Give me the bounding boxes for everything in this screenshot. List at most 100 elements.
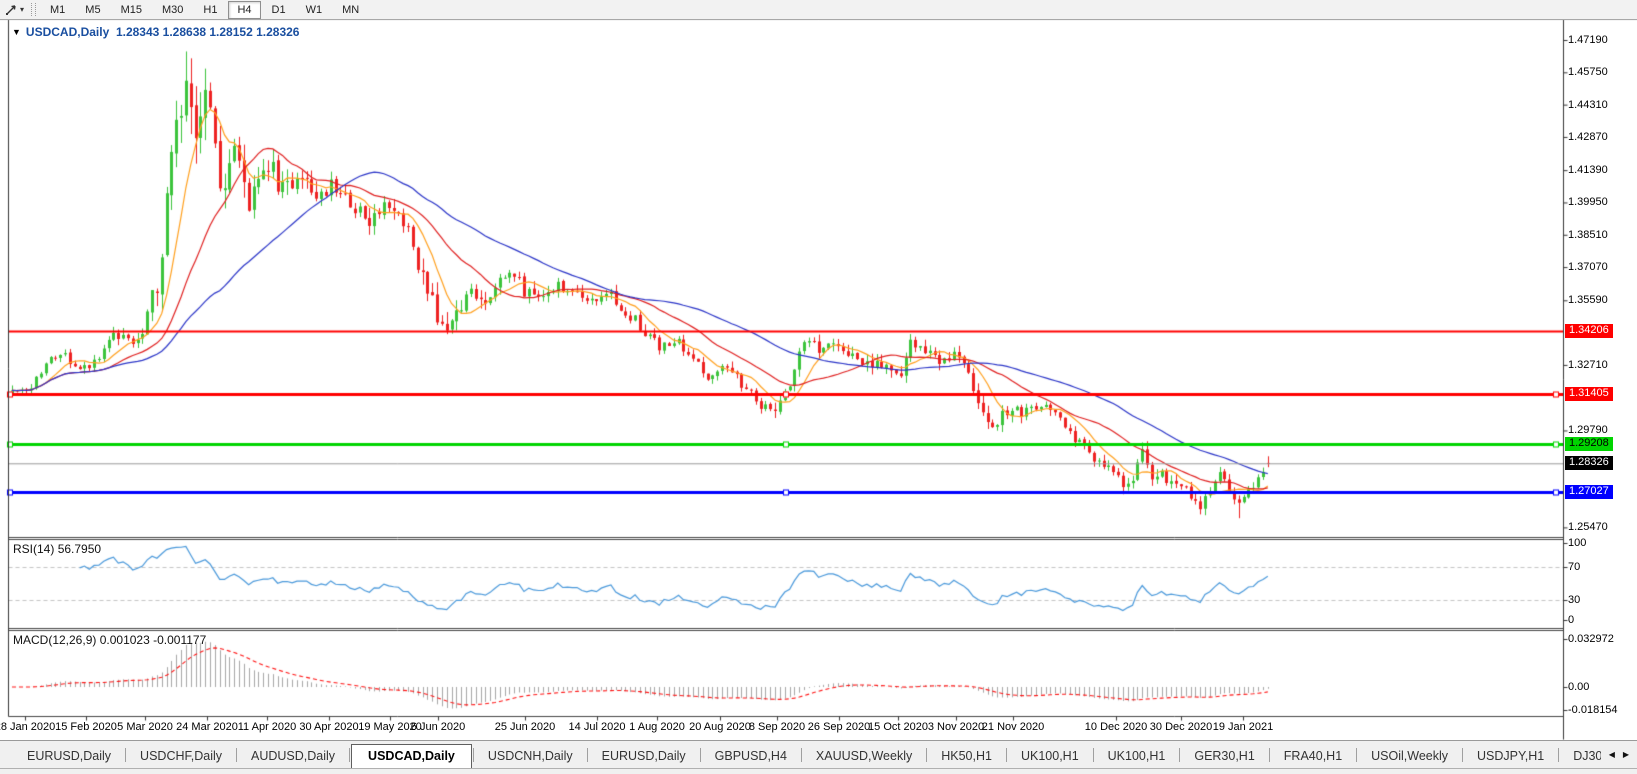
- price-axis-tick: 1.45750: [1568, 66, 1608, 79]
- tab-gbpusd-h4[interactable]: GBPUSD,H4: [702, 745, 800, 768]
- chart-canvas[interactable]: [0, 0, 1637, 774]
- price-axis-tick: 1.39950: [1568, 196, 1608, 209]
- tab-scroll-arrows: ◀ ▶: [1600, 741, 1637, 768]
- price-axis-tick: 1.32710: [1568, 358, 1608, 371]
- macd-axis-tick: -0.018154: [1568, 704, 1618, 716]
- hline-price-badge: 1.34206: [1565, 324, 1613, 339]
- date-axis-label: 1 Aug 2020: [629, 721, 685, 733]
- date-axis-label: 21 Nov 2020: [981, 721, 1045, 733]
- hline-price-badge: 1.31405: [1565, 387, 1613, 402]
- rsi-label: RSI(14) 56.7950: [13, 542, 102, 556]
- date-axis-label: 19 Jan 2021: [1212, 721, 1274, 733]
- hline-price-badge: 1.27027: [1565, 485, 1613, 500]
- date-axis-label: 15 Oct 2020: [868, 721, 928, 733]
- tab-divider: [699, 748, 701, 762]
- tab-divider: [1005, 748, 1007, 762]
- date-axis-label: 24 Mar 2020: [176, 721, 238, 733]
- tab-divider: [800, 748, 802, 762]
- timeframe-button-d1[interactable]: D1: [263, 1, 295, 19]
- chart-ohlc-values: 1.28343 1.28638 1.28152 1.28326: [115, 25, 300, 39]
- tab-usdjpy-h1[interactable]: USDJPY,H1: [1464, 745, 1557, 768]
- price-axis-tick: 1.47190: [1568, 34, 1608, 46]
- date-axis-label: 15 Feb 2020: [55, 721, 117, 733]
- timeframe-button-mn[interactable]: MN: [333, 1, 368, 19]
- macd-signal-value: -0.001177: [153, 633, 207, 647]
- chart-menu-arrow-icon: ▼: [12, 27, 21, 37]
- date-axis-label: 25 Jun 2020: [494, 721, 556, 733]
- date-axis-label: 20 Aug 2020: [689, 721, 751, 733]
- tab-divider: [1179, 748, 1181, 762]
- tab-audusd-daily[interactable]: AUDUSD,Daily: [238, 745, 348, 768]
- toolbar: ▾ M1 M5 M15 M30 H1 H4 D1 W1 MN: [0, 0, 1637, 20]
- tab-divider: [472, 748, 474, 762]
- hline-price-badge: 1.29208: [1565, 436, 1613, 451]
- tab-divider: [926, 748, 928, 762]
- chevron-down-icon: ▾: [20, 5, 25, 14]
- rsi-axis-tick: 30: [1568, 594, 1581, 606]
- tab-eurusd-daily[interactable]: EURUSD,Daily: [589, 745, 699, 768]
- tab-usoil-weekly[interactable]: USOil,Weekly: [1358, 745, 1461, 768]
- macd-axis-tick: 0.032972: [1568, 633, 1614, 645]
- tab-eurusd-daily[interactable]: EURUSD,Daily: [14, 745, 124, 768]
- price-axis-tick: 1.41390: [1568, 164, 1608, 177]
- price-axis-tick: 1.44310: [1568, 98, 1608, 111]
- date-axis-label: 30 Apr 2020: [299, 721, 359, 733]
- tab-divider: [236, 748, 237, 762]
- tab-hk50-h1[interactable]: HK50,H1: [928, 745, 1005, 768]
- price-axis-tick: 1.29790: [1568, 424, 1608, 437]
- tab-divider: [1092, 748, 1094, 762]
- cursor-tool-button[interactable]: ▾: [2, 1, 27, 18]
- tab-uk100-h1[interactable]: UK100,H1: [1008, 745, 1092, 768]
- date-axis-label: 14 Jul 2020: [568, 721, 626, 733]
- cursor-icon: [6, 5, 16, 15]
- date-axis-label: 30 Dec 2020: [1149, 721, 1213, 733]
- date-axis-label: 28 Jan 2020: [0, 721, 56, 733]
- tab-divider: [349, 748, 351, 762]
- tab-ger30-h1[interactable]: GER30,H1: [1181, 745, 1267, 768]
- timeframe-button-group: M1 M5 M15 M30 H1 H4 D1 W1 MN: [40, 0, 369, 19]
- tab-divider: [1462, 748, 1464, 762]
- date-axis-label: 26 Sep 2020: [807, 721, 871, 733]
- chart-title: ▼ USDCAD,Daily 1.28343 1.28638 1.28152 1.…: [12, 25, 299, 39]
- timeframe-button-h1[interactable]: H1: [194, 1, 226, 19]
- tab-divider: [1356, 748, 1358, 762]
- timeframe-button-m5[interactable]: M5: [76, 1, 109, 19]
- current-price-badge: 1.28326: [1565, 456, 1613, 471]
- tab-divider: [125, 748, 127, 762]
- price-axis-tick: 1.42870: [1568, 130, 1608, 143]
- tab-xauusd-weekly[interactable]: XAUUSD,Weekly: [803, 745, 925, 768]
- chart-symbol-label: USDCAD,Daily: [25, 25, 110, 39]
- tab-usdcad-daily[interactable]: USDCAD,Daily: [351, 744, 472, 768]
- tab-usdcnh-daily[interactable]: USDCNH,Daily: [475, 745, 586, 768]
- date-axis-label: 3 Nov 2020: [927, 721, 985, 733]
- tab-scroll-left-button[interactable]: ◀: [1605, 748, 1619, 761]
- mt4-window: ▾ M1 M5 M15 M30 H1 H4 D1 W1 MN ▼ USDCAD,Daily 1.2…: [0, 0, 1637, 774]
- toolbar-grip: [31, 3, 37, 16]
- chart-tab-bar: EURUSD,Daily USDCHF,Daily AUDUSD,Daily USDC…: [0, 740, 1637, 774]
- tab-scroll-right-button[interactable]: ▶: [1619, 748, 1633, 761]
- rsi-axis-tick: 70: [1568, 561, 1581, 573]
- price-axis-tick: 1.25470: [1568, 521, 1608, 534]
- macd-label: MACD(12,26,9) 0.001023 -0.001177: [13, 633, 207, 647]
- tab-usdchf-daily[interactable]: USDCHF,Daily: [127, 745, 235, 768]
- price-axis-tick: 1.38510: [1568, 228, 1608, 241]
- date-axis-label: 5 Mar 2020: [117, 721, 173, 733]
- rsi-axis-tick: 0: [1568, 614, 1575, 626]
- timeframe-button-h4[interactable]: H4: [228, 0, 261, 19]
- tab-divider: [1558, 748, 1560, 762]
- price-axis-tick: 1.35590: [1568, 294, 1608, 307]
- tab-fra40-h1[interactable]: FRA40,H1: [1271, 745, 1355, 768]
- timeframe-button-m15[interactable]: M15: [112, 1, 151, 19]
- rsi-value: 56.7950: [57, 542, 102, 556]
- tab-divider: [1268, 748, 1270, 762]
- date-axis-label: 8 Sep 2020: [748, 721, 806, 733]
- timeframe-button-m1[interactable]: M1: [41, 1, 74, 19]
- tab-uk100-h1[interactable]: UK100,H1: [1095, 745, 1179, 768]
- timeframe-button-m30[interactable]: M30: [153, 1, 192, 19]
- macd-main-value: 0.001023: [99, 633, 150, 647]
- timeframe-button-w1[interactable]: W1: [297, 1, 332, 19]
- macd-axis-tick: 0.00: [1568, 681, 1590, 693]
- price-axis-tick: 1.37070: [1568, 261, 1608, 274]
- date-axis-label: 6 Jun 2020: [410, 721, 466, 733]
- date-axis-label: 11 Apr 2020: [237, 721, 297, 733]
